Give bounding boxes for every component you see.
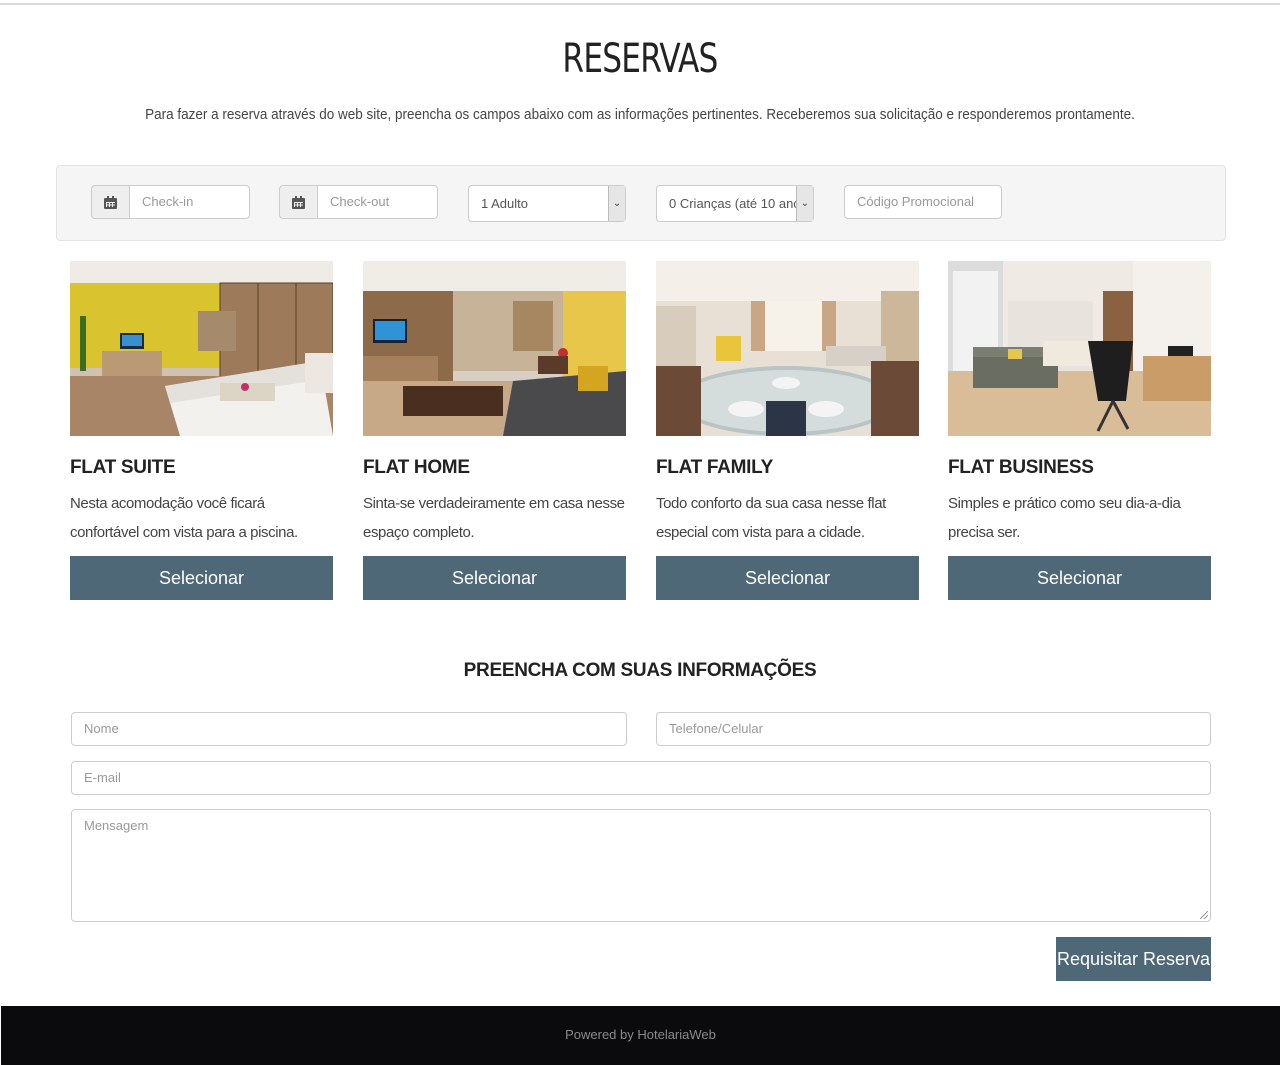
room-card: FLAT FAMILY Todo conforto da sua casa ne… <box>656 261 919 600</box>
room-description: Simples e prático como seu dia-a-dia pre… <box>948 495 1181 541</box>
room-photo <box>656 261 919 436</box>
checkin-group[interactable]: Check-in <box>91 185 250 219</box>
room-name: FLAT FAMILY <box>656 457 774 478</box>
room-name: FLAT BUSINESS <box>948 457 1094 478</box>
phone-input[interactable]: Telefone/Celular <box>656 712 1211 746</box>
room-description: Nesta acomodação você ficará confortável… <box>70 495 298 541</box>
resize-handle-icon[interactable] <box>1200 911 1208 919</box>
promo-code-input[interactable]: Código Promocional <box>844 185 1002 219</box>
email-input[interactable]: E-mail <box>71 761 1211 795</box>
select-room-button[interactable]: Selecionar <box>656 556 919 600</box>
room-photo <box>363 261 626 436</box>
calendar-icon[interactable] <box>279 185 317 219</box>
chevron-down-icon[interactable]: ⌄ <box>608 186 625 221</box>
room-card: FLAT SUITE Nesta acomodação você ficará … <box>70 261 333 600</box>
room-name: FLAT SUITE <box>70 457 176 478</box>
form-title: PREENCHA COM SUAS INFORMAÇÕES <box>463 660 817 681</box>
checkin-input[interactable]: Check-in <box>129 185 250 219</box>
adults-select-value: 1 Adulto <box>481 196 528 211</box>
select-room-button[interactable]: Selecionar <box>363 556 626 600</box>
footer-credit: Powered by HotelariaWeb <box>565 1027 716 1042</box>
message-textarea[interactable]: Mensagem <box>71 809 1211 922</box>
room-photo <box>70 261 333 436</box>
chevron-down-icon[interactable]: ⌄ <box>796 186 813 221</box>
room-description: Sinta-se verdadeiramente em casa nesse e… <box>363 495 625 541</box>
checkout-group[interactable]: Check-out <box>279 185 438 219</box>
booking-search-panel: Check-in Check-out 1 Adulto ⌄ 0 Crianças… <box>56 165 1226 241</box>
room-card: FLAT BUSINESS Simples e prático como seu… <box>948 261 1211 600</box>
page-intro: Para fazer a reserva através do web site… <box>145 106 1135 123</box>
name-input[interactable]: Nome <box>71 712 627 746</box>
room-name: FLAT HOME <box>363 457 470 478</box>
submit-reservation-button[interactable]: Requisitar Reserva <box>1056 937 1211 981</box>
adults-select[interactable]: 1 Adulto ⌄ <box>468 185 626 222</box>
footer: Powered by HotelariaWeb <box>1 1006 1280 1065</box>
room-description: Todo conforto da sua casa nesse flat esp… <box>656 495 886 541</box>
room-photo <box>948 261 1211 436</box>
select-room-button[interactable]: Selecionar <box>70 556 333 600</box>
room-card: FLAT HOME Sinta-se verdadeiramente em ca… <box>363 261 626 600</box>
checkout-input[interactable]: Check-out <box>317 185 438 219</box>
children-select[interactable]: 0 Crianças (até 10 anos) ⌄ <box>656 185 814 222</box>
children-select-value: 0 Crianças (até 10 anos) <box>669 196 796 211</box>
page-title: RESERVAS <box>562 36 718 82</box>
select-room-button[interactable]: Selecionar <box>948 556 1211 600</box>
message-placeholder: Mensagem <box>84 818 149 833</box>
calendar-icon[interactable] <box>91 185 129 219</box>
top-divider <box>0 3 1280 5</box>
